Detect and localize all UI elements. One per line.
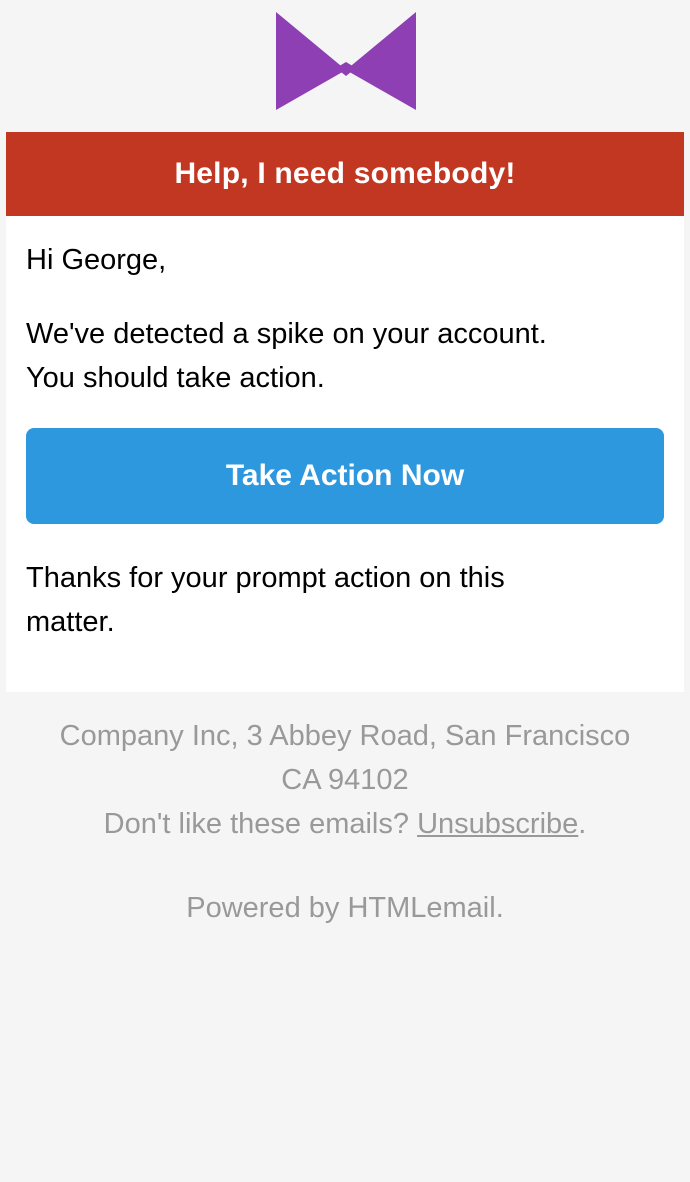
bowtie-logo-icon	[276, 12, 416, 112]
address-line-2: CA 94102	[281, 764, 409, 796]
message-text: We've detected a spike on your account. …	[26, 312, 666, 400]
unsubscribe-link[interactable]: Unsubscribe	[417, 808, 578, 840]
powered-by-prefix: Powered by	[186, 892, 340, 924]
greeting-text: Hi George,	[26, 244, 167, 276]
thanks-line-1: Thanks for your prompt action on this	[26, 562, 505, 594]
unsubscribe-suffix: .	[578, 808, 587, 840]
email-footer: Company Inc, 3 Abbey Road, San Francisco…	[0, 714, 690, 930]
powered-by-link[interactable]: HTMLemail	[347, 892, 495, 924]
unsubscribe-prompt: Don't like these emails?	[103, 808, 410, 840]
message-line-2: You should take action.	[26, 362, 325, 394]
powered-by-suffix: .	[495, 892, 504, 924]
alert-banner: Help, I need somebody!	[6, 132, 684, 216]
thanks-text: Thanks for your prompt action on this ma…	[26, 556, 626, 644]
email-card: Help, I need somebody! Hi George, We've …	[6, 132, 684, 692]
company-address: Company Inc, 3 Abbey Road, San Francisco…	[0, 714, 690, 802]
take-action-button[interactable]: Take Action Now	[26, 428, 664, 524]
message-line-1: We've detected a spike on your account.	[26, 318, 547, 350]
thanks-line-2: matter.	[26, 606, 115, 638]
powered-by: Powered by HTMLemail.	[0, 886, 690, 930]
address-line-1: Company Inc, 3 Abbey Road, San Francisco	[59, 720, 631, 752]
unsubscribe-line: Don't like these emails? Unsubscribe.	[0, 802, 690, 846]
